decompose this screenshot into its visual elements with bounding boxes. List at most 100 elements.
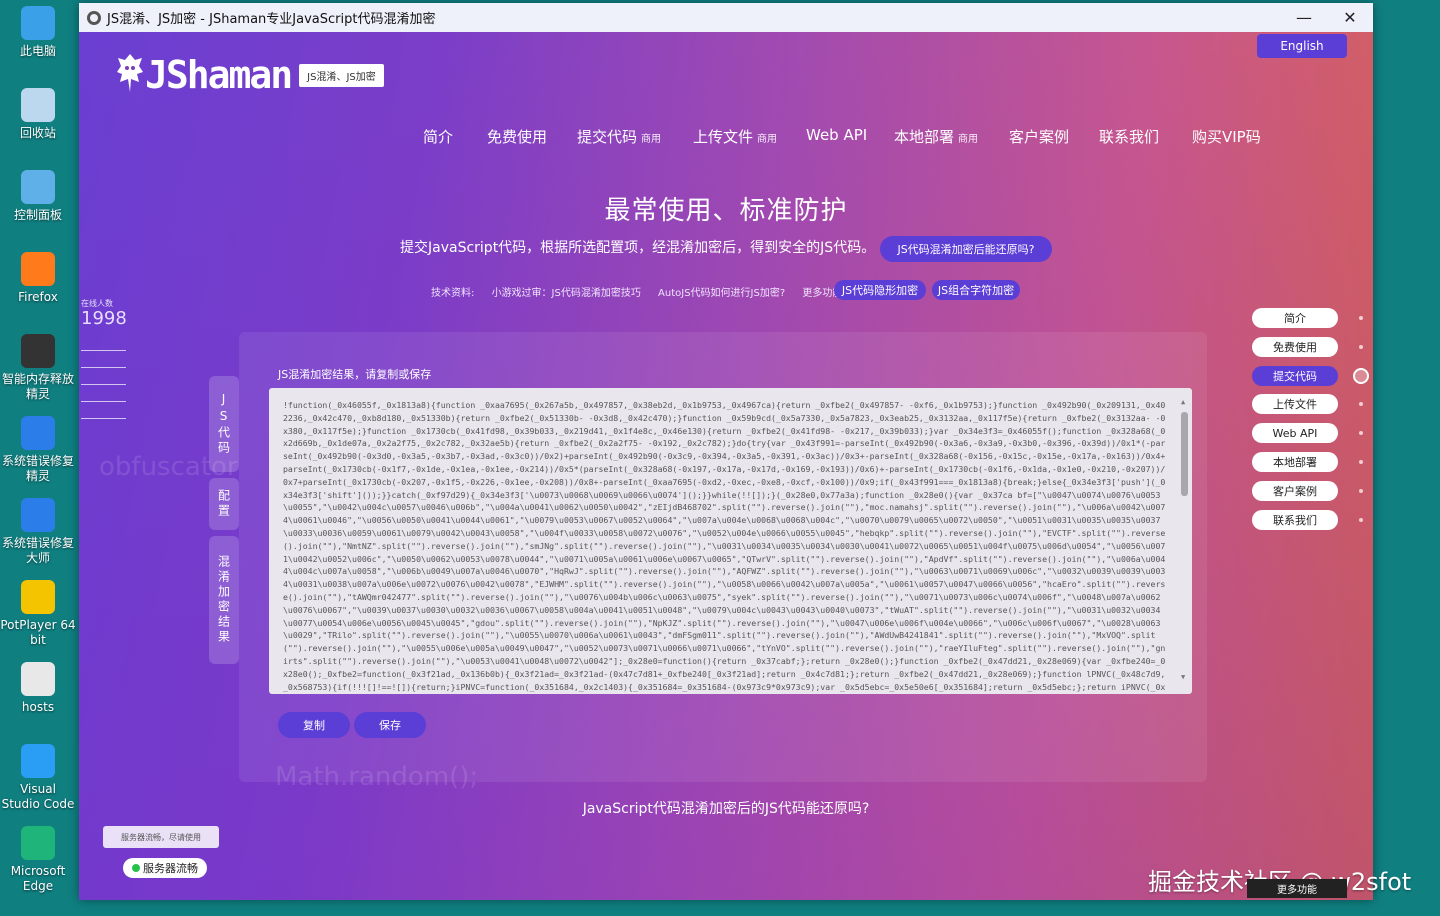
desktop-icon-label: Firefox [18,290,58,304]
desktop-icon[interactable]: 系统错误修复精灵 [0,416,76,484]
hero-link-button[interactable]: JS代码混淆加密后能还原吗? [880,236,1052,262]
scroll-down-icon[interactable]: ▼ [1181,671,1185,684]
nav-item[interactable]: 简介 [423,126,453,147]
desktop-icon-label: 此电脑 [19,44,56,58]
tab-config[interactable]: 配置 [209,478,239,530]
tech-link[interactable]: AutoJS代码如何进行JS加密? [658,288,785,299]
right-nav-dot-icon[interactable] [1353,367,1369,384]
right-nav-dot-icon[interactable] [1359,517,1363,522]
desktop-icon[interactable]: 控制面板 [0,170,76,223]
desktop-icon[interactable]: Microsoft Edge [0,826,76,894]
tab-js-code[interactable]: JS代码 [209,376,239,472]
right-nav-dot-icon[interactable] [1359,431,1363,436]
nav-item[interactable]: 联系我们 [1099,126,1159,147]
server-status-text: 服务器流畅 [143,862,198,875]
nav-item-badge: 商用 [641,134,662,145]
recycle-bin-icon [21,88,55,122]
language-button[interactable]: English [1257,34,1347,58]
bottom-question-link[interactable]: JavaScript代码混淆加密后的JS代码能还原吗? [79,798,1373,818]
logo-wordmark: JShaman [145,53,293,97]
hosts-file-icon [21,662,55,696]
computer-icon [21,6,55,40]
nav-item[interactable]: 上传文件 商用 [693,126,777,147]
tab-result[interactable]: 混淆加密结果 [209,536,239,664]
code-scrollbar[interactable]: ▲ ▼ [1181,396,1188,684]
globe-icon [87,10,101,25]
right-nav-dot-icon[interactable] [1359,460,1363,464]
desktop-icon[interactable]: PotPlayer 64 bit [0,580,76,648]
logo-tag: JS混淆、JS加密 [299,63,384,87]
nav-item-label: 本地部署 [894,128,955,146]
nav-item-label: 简介 [423,128,454,146]
desktop-icon[interactable]: Firefox [0,252,76,305]
right-nav-item[interactable]: 简介 [1252,308,1338,328]
more-feature-button[interactable]: JS代码隐形加密 [834,280,926,300]
nav-item-label: 购买VIP码 [1192,128,1261,146]
right-nav-dot-icon[interactable] [1359,344,1363,349]
close-button[interactable]: ✕ [1327,3,1373,32]
right-nav-dot-icon[interactable] [1359,488,1363,493]
firefox-icon [21,252,55,286]
right-nav-item[interactable]: 上传文件 [1252,394,1338,415]
desktop-icon[interactable]: 系统错误修复大师 [0,498,76,566]
nav-item-badge: 商用 [958,134,979,145]
repair-master-icon [21,498,55,532]
save-button[interactable]: 保存 [354,712,426,738]
nav-item[interactable]: 本地部署 商用 [894,126,978,147]
right-nav-item[interactable]: 免费使用 [1252,336,1338,357]
control-panel-icon [21,170,55,204]
online-count: 1998 [81,308,127,329]
copy-button[interactable]: 复制 [278,712,350,738]
more-feature-button[interactable]: JS组合字符加密 [932,280,1020,300]
scroll-up-icon[interactable]: ▲ [1181,396,1185,409]
potplayer-icon [21,580,55,614]
decorative-lines [81,350,126,435]
nav-item-label: Web API [806,126,868,144]
right-nav-dot-icon[interactable] [1359,316,1363,320]
scroll-thumb[interactable] [1181,412,1188,496]
nav-item[interactable]: 购买VIP码 [1192,126,1261,147]
server-note: 服务器流畅，尽请使用 [103,826,219,848]
desktop-icon[interactable]: hosts [0,662,76,715]
shaman-logo-icon [117,54,143,92]
nav-item[interactable]: Web API [806,126,867,144]
desktop-icon-label: 系统错误修复精灵 [1,454,74,483]
edge-icon [21,826,55,860]
nav-item[interactable]: 提交代码 商用 [577,126,661,147]
desktop-icon-label: 智能内存释放精灵 [1,372,74,401]
right-nav-dot-icon[interactable] [1359,402,1363,407]
server-status-badge: 服务器流畅 [123,858,207,878]
nav-item-label: 免费使用 [487,128,548,146]
tech-links: 技术资料: 小游戏过审：JS代码混淆加密技巧 AutoJS代码如何进行JS加密?… [431,284,860,299]
result-code-text: !function(_0x46055f,_0x1813a8){function … [283,400,1166,692]
desktop-icon[interactable]: 回收站 [0,88,76,141]
desktop-icon-label: Microsoft Edge [10,864,66,893]
nav-item-label: 提交代码 [577,128,638,146]
minimize-button[interactable]: — [1281,3,1327,32]
right-nav-item[interactable]: 提交代码 [1252,365,1338,386]
desktop-icon[interactable]: 此电脑 [0,6,76,59]
desktop-icon[interactable]: Visual Studio Code [0,744,76,812]
window-title: JS混淆、JS加密 - JShaman专业JavaScript代码混淆加密 [107,12,436,27]
desktop-icon-label: hosts [21,700,55,714]
site-logo[interactable]: JShaman JS混淆、JS加密 [115,52,384,98]
browser-window: JS混淆、JS加密 - JShaman专业JavaScript代码混淆加密 — … [79,3,1373,900]
tech-link[interactable]: 小游戏过审：JS代码混淆加密技巧 [492,288,641,299]
right-nav-item[interactable]: Web API [1252,423,1338,444]
tech-links-label: 技术资料: [431,288,475,299]
desktop-icon-label: PotPlayer 64 bit [0,618,76,647]
hero-subtitle: 提交JavaScript代码，根据所选配置项，经混淆加密后，得到安全的JS代码。 [400,240,876,256]
right-nav-item[interactable]: 联系我们 [1252,509,1338,530]
desktop-icon-label: 系统错误修复大师 [1,536,74,565]
more-features-tab[interactable]: 更多功能 [1247,879,1347,898]
result-code-textarea[interactable]: !function(_0x46055f,_0x1813a8){function … [269,388,1192,694]
memory-tool-icon [21,334,55,368]
nav-item[interactable]: 免费使用 [487,126,547,147]
right-nav-item[interactable]: 本地部署 [1252,452,1338,472]
nav-item[interactable]: 客户案例 [1009,126,1069,147]
desktop-icon[interactable]: 智能内存释放精灵 [0,334,76,402]
repair-tool-icon [21,416,55,450]
right-nav-item[interactable]: 客户案例 [1252,480,1338,501]
desktop-icon-label: Visual Studio Code [1,782,75,811]
desktop-icon-label: 回收站 [19,126,56,140]
